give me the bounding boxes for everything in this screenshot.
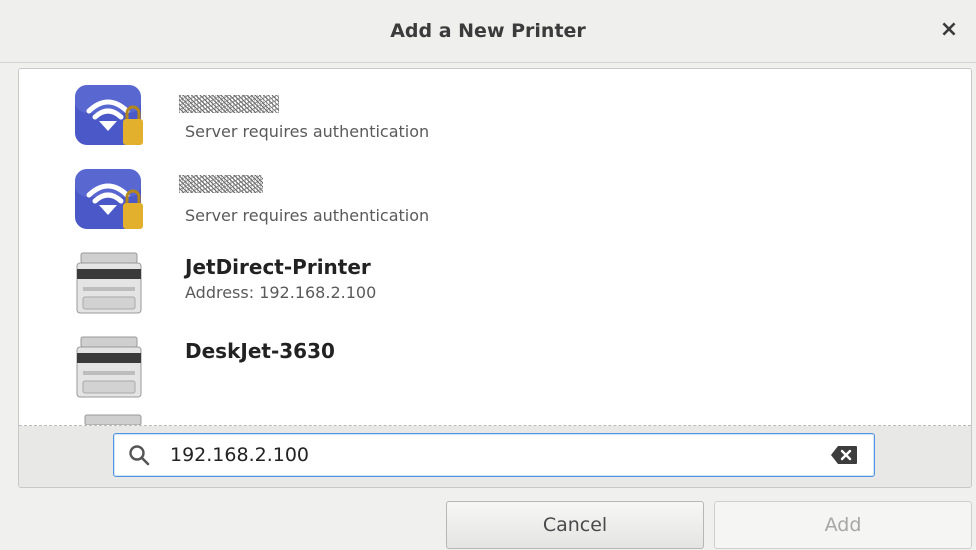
dialog-title: Add a New Printer [390, 20, 586, 42]
search-icon [129, 445, 150, 466]
dialog-titlebar: Add a New Printer × [0, 0, 976, 63]
printer-icon [84, 414, 142, 425]
printer-list-item[interactable]: JetDirect-Printer Address: 192.168.2.100 [19, 243, 971, 327]
obscured-printer-name [179, 175, 263, 193]
search-field[interactable] [113, 433, 875, 477]
printer-name: DeskJet-3630 [185, 339, 335, 363]
network-printer-locked-icon [75, 85, 143, 145]
search-bar [19, 426, 971, 487]
printer-list-item[interactable]: Server requires authentication [19, 75, 971, 159]
printer-subtitle: Server requires authentication [185, 206, 430, 225]
network-printer-locked-icon [75, 169, 143, 229]
cancel-button[interactable]: Cancel [446, 501, 704, 549]
close-button[interactable]: × [936, 17, 962, 43]
printer-list-item[interactable]: DeskJet-3630 [19, 327, 971, 411]
printer-icon [76, 336, 142, 398]
printer-list-item-partial[interactable] [19, 411, 971, 425]
printer-subtitle: Server requires authentication [185, 122, 430, 141]
printer-name: JetDirect-Printer [185, 255, 371, 279]
printer-icon [76, 252, 142, 314]
printer-list[interactable]: Server requires authentication Server re… [19, 69, 971, 425]
obscured-printer-name [179, 95, 279, 113]
printer-list-item[interactable]: Server requires authentication [19, 159, 971, 243]
clear-text-icon[interactable] [830, 445, 858, 465]
add-button[interactable]: Add [714, 501, 972, 549]
printer-subtitle: Address: 192.168.2.100 [185, 283, 377, 302]
search-input[interactable] [170, 440, 790, 470]
printer-list-frame: Server requires authentication Server re… [18, 68, 972, 488]
